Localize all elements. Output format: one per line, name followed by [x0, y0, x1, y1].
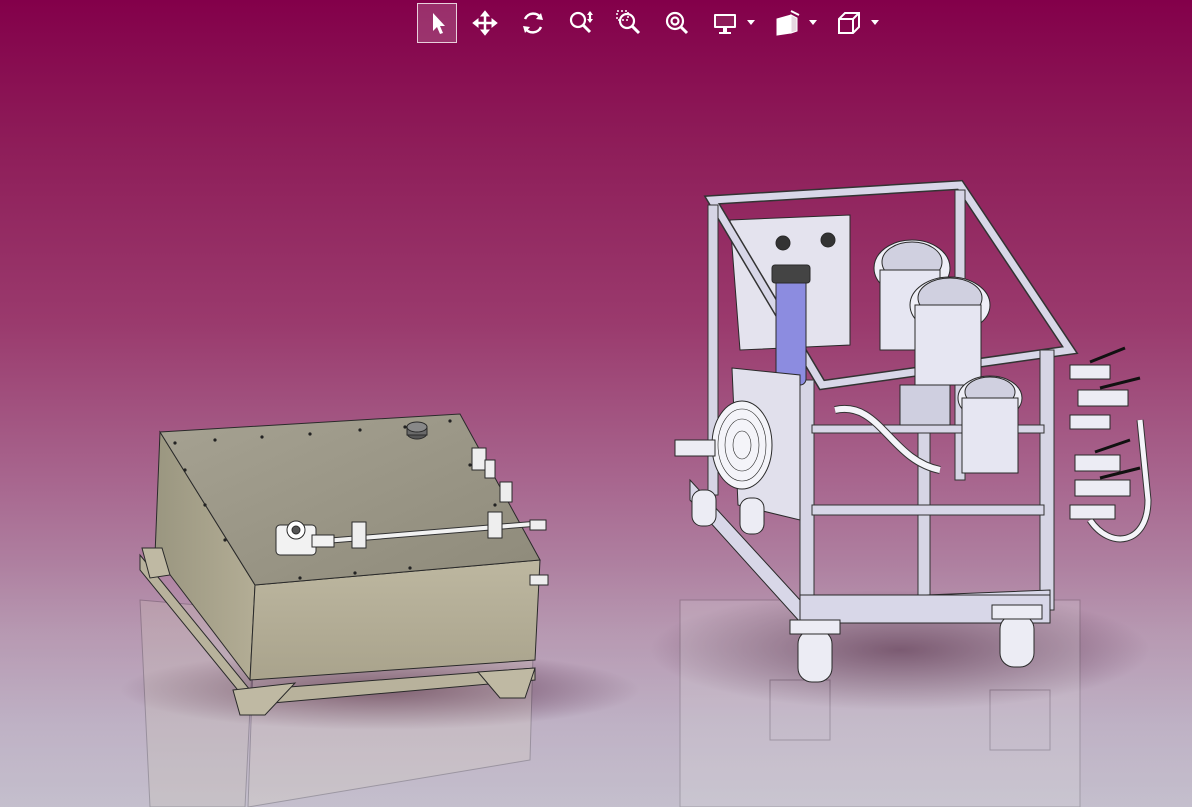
render-style-dropdown [767, 3, 819, 43]
view-cube-icon[interactable] [829, 3, 869, 43]
view-toolbar [417, 3, 891, 43]
chevron-down-icon[interactable] [807, 3, 819, 43]
pan-icon[interactable] [465, 3, 505, 43]
zoom-fit-icon[interactable] [657, 3, 697, 43]
zoom-box-icon[interactable] [609, 3, 649, 43]
view-orientation-dropdown [829, 3, 881, 43]
3d-viewport[interactable] [0, 0, 1192, 807]
zoom-icon[interactable] [561, 3, 601, 43]
render-style-icon[interactable] [767, 3, 807, 43]
scene-canvas [120, 179, 1152, 807]
chevron-down-icon[interactable] [869, 3, 881, 43]
select-icon[interactable] [417, 3, 457, 43]
display-mode-dropdown [705, 3, 757, 43]
hydraulic-power-unit [674, 179, 1152, 807]
display-mode-icon[interactable] [705, 3, 745, 43]
hydraulic-tank [139, 413, 549, 807]
rotate-icon[interactable] [513, 3, 553, 43]
chevron-down-icon[interactable] [745, 3, 757, 43]
